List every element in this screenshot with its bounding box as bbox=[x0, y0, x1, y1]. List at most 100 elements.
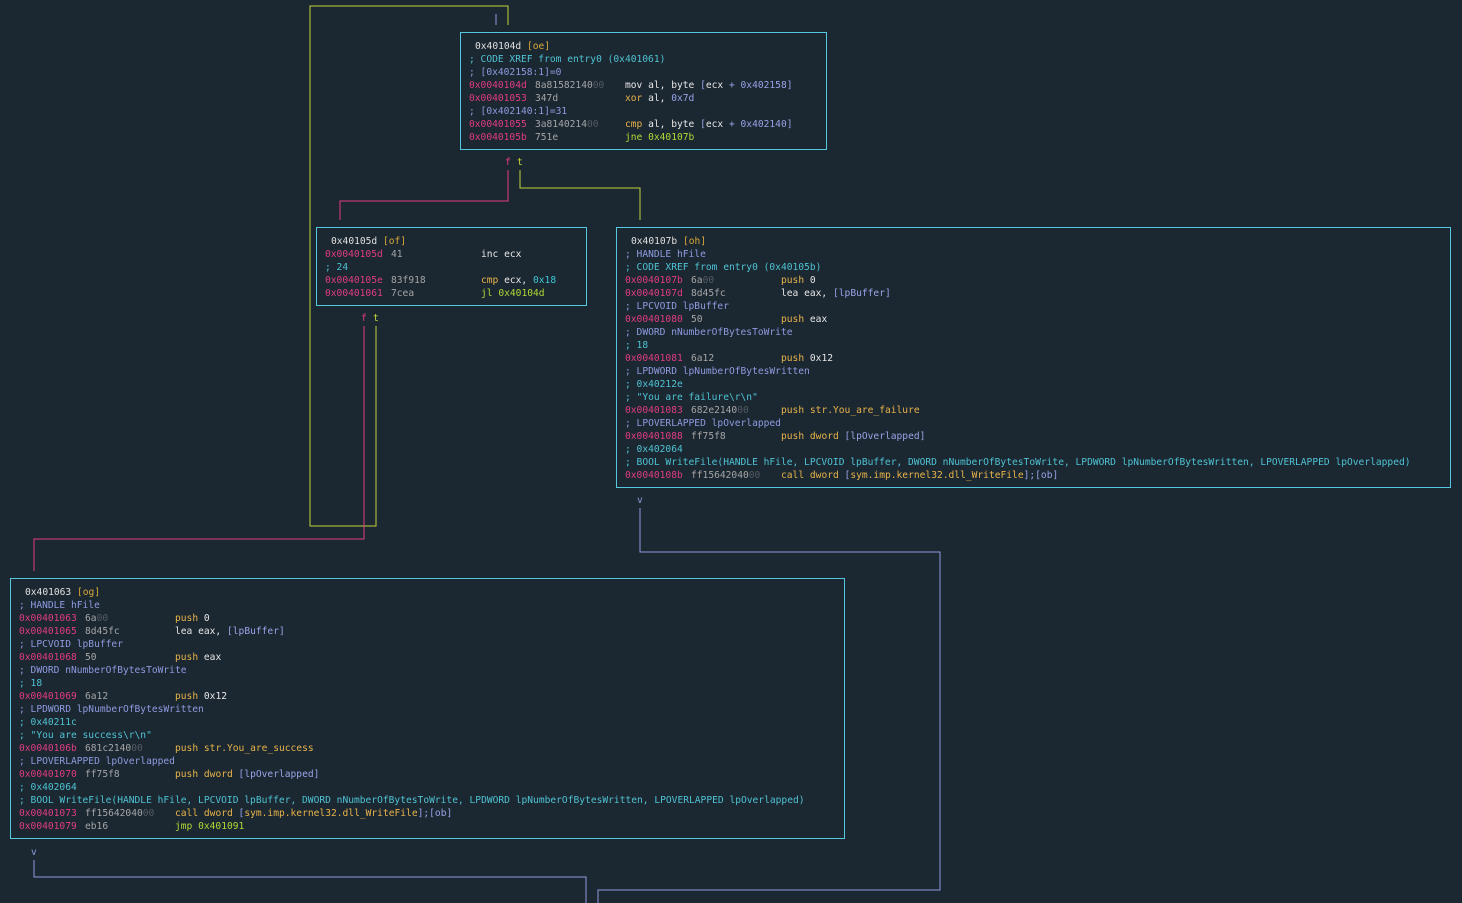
instruction-offset[interactable]: 0x0040106b bbox=[19, 743, 77, 754]
instruction-offset[interactable]: 0x0040107d bbox=[625, 288, 683, 299]
instruction-mnemonic: lea bbox=[175, 626, 193, 637]
instruction-operand: ] bbox=[786, 80, 793, 91]
instruction-bytes: 7cea bbox=[391, 287, 414, 300]
instruction-row[interactable]: 0x00401083 682e214000 push str.You_are_fai… bbox=[625, 404, 1450, 417]
instruction-offset[interactable]: 0x00401065 bbox=[19, 626, 77, 637]
instruction-disasm: push 0x12 bbox=[781, 352, 833, 365]
instruction-row[interactable]: 0x00401055 3a814021400 cmp al, byte [ecx +… bbox=[469, 118, 826, 131]
instruction-row[interactable]: 0x00401068 50 push eax bbox=[19, 651, 844, 664]
instruction-offset[interactable]: 0x00401068 bbox=[19, 652, 77, 663]
instruction-row[interactable]: 0x00401061 7cea jl 0x40104d bbox=[325, 287, 586, 300]
instruction-bytes: 6a00 bbox=[85, 612, 108, 625]
instruction-offset[interactable]: 0x00401081 bbox=[625, 353, 683, 364]
bytes-hex: 41 bbox=[391, 249, 403, 260]
instruction-mnemonic: push bbox=[781, 275, 805, 286]
instruction-offset[interactable]: 0x00401080 bbox=[625, 314, 683, 325]
instruction-offset[interactable]: 0x00401061 bbox=[325, 288, 383, 299]
instruction-bytes: 682e214000 bbox=[691, 404, 749, 417]
edge-oe-false bbox=[339, 170, 509, 220]
instruction-disasm: cmp ecx, 0x18 bbox=[481, 274, 556, 287]
instruction-mnemonic: inc bbox=[481, 249, 499, 260]
instruction-row[interactable]: 0x00401073 ff1564204000 call dword [sym.im… bbox=[19, 807, 844, 820]
graph-node-og[interactable]: 0x401063 [og]; HANDLE hFile 0x00401063 6a0… bbox=[10, 578, 845, 839]
comment-line: ; 0x402064 bbox=[625, 444, 683, 455]
bytes-hex: ff15642040 bbox=[691, 470, 749, 481]
instruction-mnemonic: push bbox=[781, 405, 805, 416]
edge-label-oh-down: v bbox=[637, 495, 643, 506]
bytes-hex-pad: 00 bbox=[702, 275, 715, 286]
instruction-bytes: 50 bbox=[85, 651, 97, 664]
instruction-offset[interactable]: 0x0040107b bbox=[625, 275, 683, 286]
instruction-row[interactable]: 0x00401080 50 push eax bbox=[625, 313, 1450, 326]
node-label: [oh] bbox=[683, 236, 707, 247]
instruction-offset[interactable]: 0x00401055 bbox=[469, 119, 527, 130]
instruction-mnemonic: call bbox=[175, 808, 199, 819]
instruction-offset[interactable]: 0x00401053 bbox=[469, 93, 527, 104]
instruction-bytes: 751e bbox=[535, 131, 558, 144]
node-address: 0x40107b bbox=[631, 236, 678, 247]
instruction-row[interactable]: 0x00401063 6a00 push 0 bbox=[19, 612, 844, 625]
instruction-row[interactable]: 0x0040106b 681c214000 push str.You_are_suc… bbox=[19, 742, 844, 755]
instruction-row[interactable]: 0x0040107b 6a00 push 0 bbox=[625, 274, 1450, 287]
edge-label-of-true: t bbox=[373, 313, 379, 324]
instruction-disasm: call dword [sym.imp.kernel32.dll_WriteFi… bbox=[175, 807, 452, 820]
instruction-offset[interactable]: 0x00401063 bbox=[19, 613, 77, 624]
instruction-offset[interactable]: 0x0040104d bbox=[469, 80, 527, 91]
instruction-disasm: push eax bbox=[175, 651, 221, 664]
instruction-offset[interactable]: 0x0040105e bbox=[325, 275, 383, 286]
instruction-mnemonic: push bbox=[781, 314, 805, 325]
node-label: [of] bbox=[383, 236, 407, 247]
instruction-row[interactable]: 0x00401079 eb16 jmp 0x401091 bbox=[19, 820, 844, 833]
instruction-operand: ecx bbox=[705, 119, 724, 130]
instruction-row[interactable]: 0x0040104d 8a8158214000 mov al, byte [ecx … bbox=[469, 79, 826, 92]
comment-line: ; LPCVOID lpBuffer bbox=[625, 301, 729, 312]
instruction-offset[interactable]: 0x0040105d bbox=[325, 249, 383, 260]
graph-node-oe[interactable]: 0x40104d [oe]; CODE XREF from entry0 (0x… bbox=[460, 32, 827, 150]
instruction-row[interactable]: 0x0040105e 83f918 cmp ecx, 0x18 bbox=[325, 274, 586, 287]
instruction-operand: 0x12 bbox=[809, 353, 833, 364]
instruction-offset[interactable]: 0x0040105b bbox=[469, 132, 527, 143]
instruction-operand: 0x40104d bbox=[498, 288, 545, 299]
instruction-row[interactable]: 0x00401065 8d45fc lea eax, [lpBuffer] bbox=[19, 625, 844, 638]
instruction-disasm: push dword [lpOverlapped] bbox=[175, 768, 319, 781]
instruction-bytes: 83f918 bbox=[391, 274, 426, 287]
instruction-operand: ecx bbox=[504, 249, 522, 260]
instruction-row[interactable]: 0x00401070 ff75f8 push dword [lpOverlapped… bbox=[19, 768, 844, 781]
bytes-hex: 6a bbox=[691, 275, 703, 286]
node-label: [oe] bbox=[527, 41, 551, 52]
graph-node-oh[interactable]: 0x40107b [oh]; HANDLE hFile; CODE XREF f… bbox=[616, 227, 1451, 488]
bytes-hex-pad: 00 bbox=[96, 613, 109, 624]
instruction-operand: eax, bbox=[804, 288, 833, 299]
instruction-row[interactable]: 0x00401088 ff75f8 push dword [lpOverlapped… bbox=[625, 430, 1450, 443]
comment-line: ; LPOVERLAPPED lpOverlapped bbox=[625, 418, 781, 429]
instruction-offset[interactable]: 0x0040108b bbox=[625, 470, 683, 481]
instruction-offset[interactable]: 0x00401088 bbox=[625, 431, 683, 442]
instruction-row[interactable]: 0x0040105d 41 inc ecx bbox=[325, 248, 586, 261]
edge-label-og-down: v bbox=[31, 847, 37, 858]
instruction-row[interactable]: 0x0040107d 8d45fc lea eax, [lpBuffer] bbox=[625, 287, 1450, 300]
instruction-offset[interactable]: 0x00401073 bbox=[19, 808, 77, 819]
instruction-row[interactable]: 0x0040105b 751e jne 0x40107b bbox=[469, 131, 826, 144]
instruction-mnemonic: push bbox=[781, 353, 805, 364]
instruction-mnemonic: cmp bbox=[481, 275, 499, 286]
instruction-bytes: 6a12 bbox=[691, 352, 714, 365]
instruction-offset[interactable]: 0x00401070 bbox=[19, 769, 77, 780]
instruction-mnemonic: call bbox=[781, 470, 805, 481]
instruction-operand: dword bbox=[809, 431, 845, 442]
instruction-disasm: push dword [lpOverlapped] bbox=[781, 430, 925, 443]
instruction-row[interactable]: 0x00401069 6a12 push 0x12 bbox=[19, 690, 844, 703]
instruction-mnemonic: jne bbox=[625, 132, 643, 143]
bytes-hex: 681c2140 bbox=[85, 743, 132, 754]
instruction-bytes: ff1564204000 bbox=[85, 807, 154, 820]
instruction-operand: lpOverlapped bbox=[244, 769, 314, 780]
instruction-row[interactable]: 0x00401053 347d xor al, 0x7d bbox=[469, 92, 826, 105]
instruction-offset[interactable]: 0x00401083 bbox=[625, 405, 683, 416]
instruction-row[interactable]: 0x0040108b ff1564204000 call dword [sym.im… bbox=[625, 469, 1450, 482]
instruction-row[interactable]: 0x00401081 6a12 push 0x12 bbox=[625, 352, 1450, 365]
instruction-offset[interactable]: 0x00401069 bbox=[19, 691, 77, 702]
bytes-hex: 8d45fc bbox=[691, 288, 726, 299]
node-address: 0x40105d bbox=[331, 236, 378, 247]
graph-node-of[interactable]: 0x40105d [of] 0x0040105d 41 inc ecx; 24 0x00… bbox=[316, 227, 587, 306]
instruction-offset[interactable]: 0x00401079 bbox=[19, 821, 77, 832]
instruction-operand: 0x7d bbox=[671, 93, 695, 104]
